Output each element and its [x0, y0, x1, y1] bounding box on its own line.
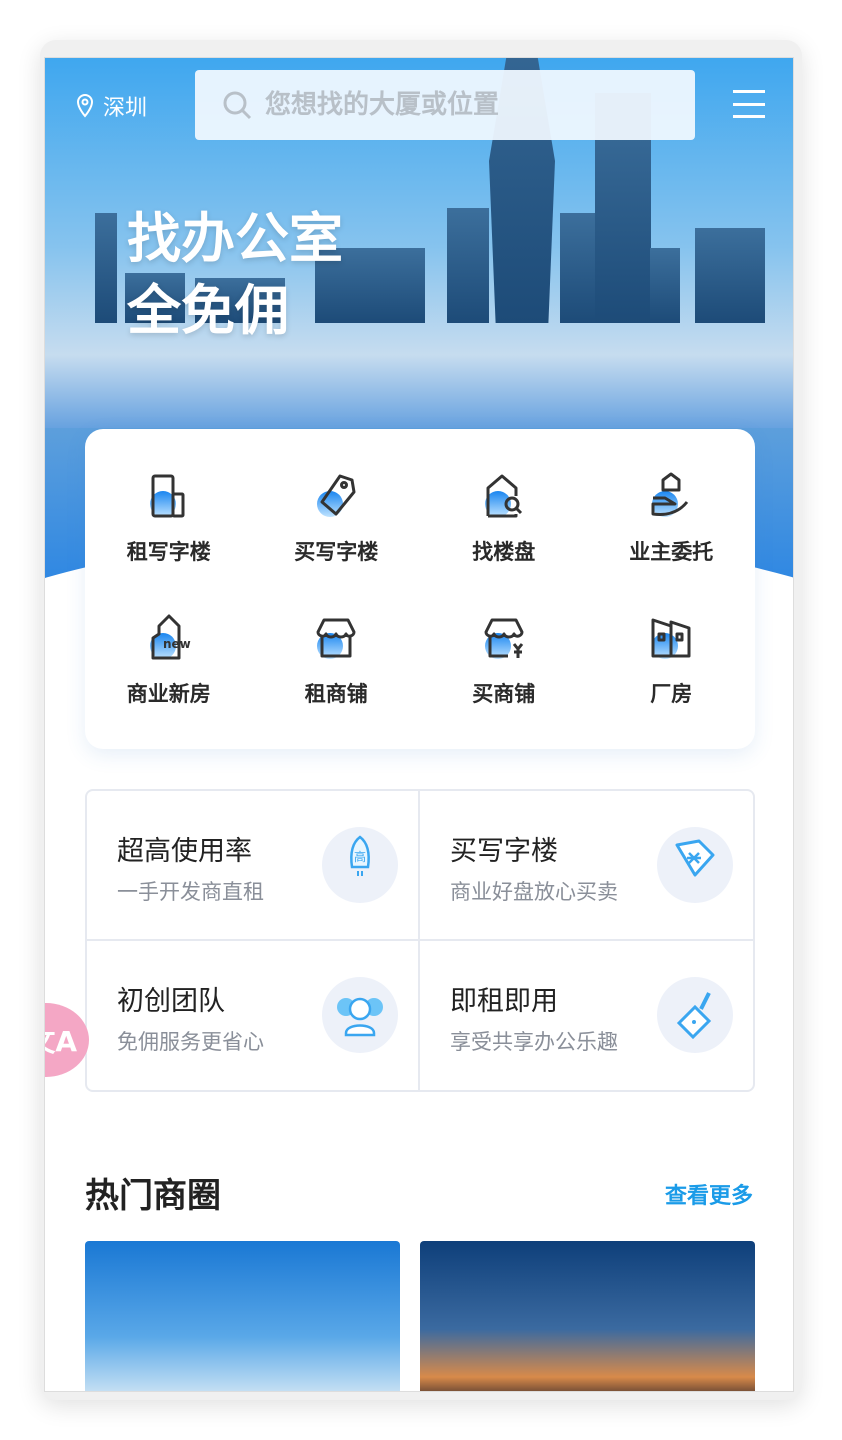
category-label: 租商铺	[304, 682, 368, 706]
category-item[interactable]: 厂房	[588, 589, 756, 731]
feature-icon-circle: 高	[322, 827, 398, 903]
skyline-building	[695, 228, 765, 323]
city-selector[interactable]: 深圳	[75, 90, 147, 122]
new-house-icon: new	[149, 614, 191, 660]
category-item[interactable]: 买写字楼	[253, 447, 421, 589]
category-item[interactable]: 买商铺	[420, 589, 588, 731]
feature-grid: 超高使用率 一手开发商直租 高 买写字楼 商业好盘放心买卖 初创团队 免佣服务更…	[85, 789, 755, 1092]
shop-icon	[316, 618, 356, 659]
price-tag-icon	[317, 474, 356, 517]
translate-button[interactable]: 文A	[45, 1003, 89, 1077]
svg-text:new: new	[163, 637, 191, 651]
view-more-link[interactable]: 查看更多	[665, 1178, 753, 1210]
search-input[interactable]	[265, 90, 665, 120]
category-label: 找楼盘	[472, 540, 536, 564]
feature-cell[interactable]: 即租即用 享受共享办公乐趣	[420, 941, 753, 1091]
slogan-line2: 全免佣	[127, 279, 289, 342]
category-item[interactable]: 业主委托	[588, 447, 756, 589]
translate-icon: 文A	[45, 1025, 77, 1058]
feature-cell[interactable]: 买写字楼 商业好盘放心买卖	[420, 791, 753, 941]
briefcase-icon	[676, 991, 712, 1039]
skyline-building	[650, 248, 680, 323]
section-title: 热门商圈	[85, 1176, 221, 1216]
category-label: 业主委托	[629, 540, 714, 564]
skyline-building	[95, 213, 117, 323]
category-label: 商业新房	[126, 682, 211, 706]
skyline-building	[447, 208, 489, 323]
yuan-tag-icon	[675, 839, 715, 877]
feature-icon-circle	[657, 976, 733, 1053]
category-label: 厂房	[650, 682, 693, 706]
top-bar: 深圳	[45, 70, 793, 142]
rocket-icon: 高	[350, 835, 370, 876]
slogan-line1: 找办公室	[127, 207, 343, 270]
search-box[interactable]	[195, 70, 695, 140]
office-building-icon	[149, 474, 185, 518]
factory-icon	[651, 618, 691, 659]
category-label: 买写字楼	[294, 540, 379, 564]
hero-slogan: 找办公室 全免佣	[127, 203, 343, 347]
category-item[interactable]: 找楼盘	[420, 447, 588, 589]
house-search-icon	[484, 474, 522, 518]
feature-icon-circle	[322, 976, 398, 1053]
svg-text:高: 高	[354, 849, 366, 864]
feature-cell[interactable]: 初创团队 免佣服务更省心	[87, 940, 420, 1090]
team-icon	[337, 997, 383, 1036]
business-area-card[interactable]	[85, 1241, 400, 1391]
category-item[interactable]: 租商铺	[253, 589, 421, 731]
category-card: 租写字楼 买写字楼 找楼盘 业主委托 new 商业新房 租商铺 买商铺 厂房	[85, 429, 755, 749]
menu-icon[interactable]	[733, 90, 765, 118]
city-label: 深圳	[103, 96, 148, 121]
location-pin-icon	[76, 93, 94, 118]
hand-house-icon	[651, 472, 689, 517]
business-area-card[interactable]	[420, 1241, 755, 1391]
search-icon	[223, 91, 252, 120]
feature-cell[interactable]: 超高使用率 一手开发商直租 高	[87, 791, 420, 941]
category-label: 买商铺	[472, 682, 536, 706]
feature-icon-circle	[657, 827, 733, 903]
skyline-building	[560, 213, 600, 323]
category-item[interactable]: 租写字楼	[85, 447, 253, 589]
app-screen: 深圳 找办公室 全免佣 租写字楼 买写字楼 找楼盘 业主委托 new 商业新房 …	[44, 57, 794, 1392]
category-label: 租写字楼	[126, 540, 211, 564]
category-item[interactable]: new 商业新房	[85, 589, 253, 731]
shop-yuan-icon	[484, 618, 524, 659]
